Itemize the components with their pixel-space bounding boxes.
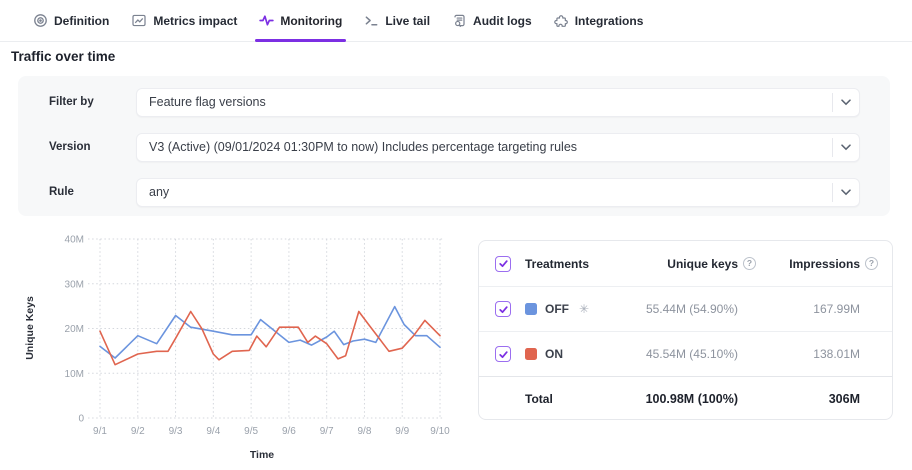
help-icon[interactable]: ? [743,257,756,270]
treatment-on: ON [525,347,620,361]
unique-keys-header: Unique keys ? [620,257,756,271]
chevron-down-icon[interactable] [832,93,859,112]
y-tick-label: 10M [65,369,84,380]
total-label: Total [525,392,620,406]
tab-label: Integrations [575,14,644,28]
filter-by-label: Filter by [49,88,94,117]
pulse-icon [259,13,274,28]
version-select[interactable]: V3 (Active) (09/01/2024 01:30PM to now) … [136,133,860,162]
metrics-chart-icon [131,13,147,28]
total-impressions: 306M [756,392,878,406]
treatments-table: Treatments Unique keys ? Impressions ? O… [478,240,893,420]
table-total-row: Total 100.98M (100%) 306M [479,376,892,420]
table-header-row: Treatments Unique keys ? Impressions ? [479,241,892,286]
tab-definition[interactable]: Definition [33,0,109,41]
on-unique-keys: 45.54M (45.10%) [620,347,756,361]
rule-value: any [149,179,825,206]
treatments-header: Treatments [525,257,620,271]
x-tick-label: 9/8 [358,426,372,437]
tab-label: Monitoring [280,14,342,28]
total-unique-keys: 100.98M (100%) [620,392,756,406]
off-impressions: 167.99M [756,302,878,316]
series-line-on [100,312,440,365]
x-tick-label: 9/1 [93,426,107,437]
table-row-off: OFF ✳ 55.44M (54.90%) 167.99M [479,286,892,331]
off-unique-keys: 55.44M (54.90%) [620,302,756,316]
tab-label: Live tail [385,14,430,28]
x-tick-label: 9/4 [206,426,220,437]
x-tick-label: 9/5 [244,426,258,437]
version-label: Version [49,133,91,162]
off-color-swatch [525,303,537,315]
target-icon [33,13,48,28]
select-all-checkbox[interactable] [495,256,511,272]
version-value: V3 (Active) (09/01/2024 01:30PM to now) … [149,134,825,161]
filter-row-rule: Rule any [18,178,890,207]
x-tick-label: 9/6 [282,426,296,437]
x-tick-label: 9/9 [395,426,409,437]
puzzle-icon [554,13,569,28]
y-tick-label: 0 [78,414,84,425]
off-checkbox[interactable] [495,301,511,317]
treatment-name: ON [545,347,563,361]
filter-row-version: Version V3 (Active) (09/01/2024 01:30PM … [18,133,890,162]
page-title: Traffic over time [11,49,115,64]
tab-label: Metrics impact [153,14,237,28]
chevron-down-icon[interactable] [832,183,859,202]
audit-document-icon [452,13,467,28]
traffic-chart: 9/1 9/2 9/3 9/4 9/5 9/6 9/7 9/8 9/9 9/10 0 10M 20M 30… [0,224,470,470]
y-tick-label: 40M [65,235,84,246]
y-tick-label: 30M [65,279,84,290]
filter-by-value: Feature flag versions [149,89,825,116]
on-impressions: 138.01M [756,347,878,361]
x-tick-label: 9/7 [320,426,334,437]
tab-label: Audit logs [473,14,532,28]
y-axis-title: Unique Keys [24,296,36,360]
tab-label: Definition [54,14,109,28]
tab-bar: Definition Metrics impact Monitoring [0,0,912,42]
help-icon[interactable]: ? [865,257,878,270]
traffic-chart-svg: 9/1 9/2 9/3 9/4 9/5 9/6 9/7 9/8 9/9 9/10 0 10M 20M 30… [0,224,470,470]
tab-metrics-impact[interactable]: Metrics impact [131,0,237,41]
x-axis-title: Time [250,449,274,461]
impressions-header: Impressions ? [756,257,878,271]
tab-monitoring[interactable]: Monitoring [259,0,342,41]
rule-label: Rule [49,178,74,207]
tab-integrations[interactable]: Integrations [554,0,644,41]
x-tick-label: 9/2 [131,426,145,437]
treatment-name: OFF [545,302,569,316]
default-treatment-icon: ✳ [579,302,589,316]
on-color-swatch [525,348,537,360]
table-row-on: ON 45.54M (45.10%) 138.01M [479,331,892,376]
tab-live-tail[interactable]: Live tail [364,0,430,41]
x-tick-label: 9/3 [169,426,183,437]
filter-row-filter-by: Filter by Feature flag versions [18,88,890,117]
chevron-down-icon[interactable] [832,138,859,157]
monitoring-page: Definition Metrics impact Monitoring [0,0,912,470]
x-tick-label: 9/10 [430,426,450,437]
y-tick-label: 20M [65,324,84,335]
terminal-icon [364,13,379,28]
treatment-off: OFF ✳ [525,302,620,316]
filter-panel: Filter by Feature flag versions Version … [18,76,890,216]
filter-by-select[interactable]: Feature flag versions [136,88,860,117]
tab-audit-logs[interactable]: Audit logs [452,0,532,41]
rule-select[interactable]: any [136,178,860,207]
on-checkbox[interactable] [495,346,511,362]
